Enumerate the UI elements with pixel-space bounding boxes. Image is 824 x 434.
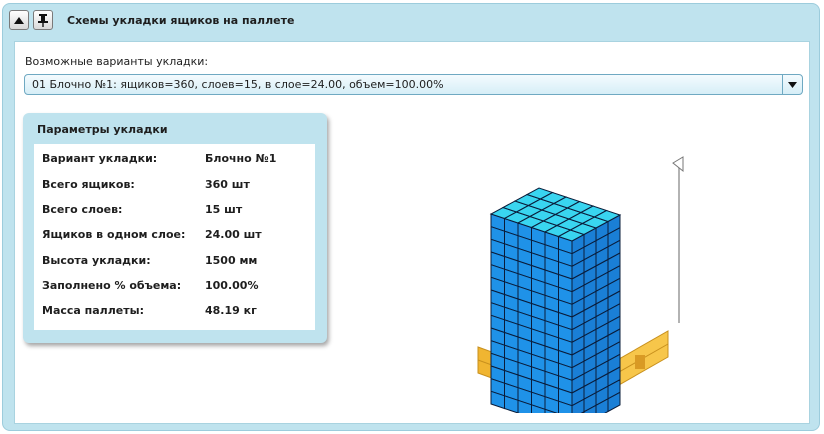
param-value: Блочно №1 (205, 152, 277, 165)
param-value: 24.00 шт (205, 228, 262, 241)
param-row: Вариант укладки: Блочно №1 (42, 152, 307, 168)
param-label: Вариант укладки: (42, 152, 158, 165)
dropdown-button[interactable] (782, 75, 802, 94)
variants-select[interactable]: 01 Блочно №1: ящиков=360, слоев=15, в сл… (24, 74, 803, 95)
param-value: 15 шт (205, 203, 243, 216)
param-row: Ящиков в одном слое: 24.00 шт (42, 228, 307, 244)
param-value: 48.19 кг (205, 304, 257, 317)
param-label: Всего ящиков: (42, 178, 135, 191)
param-label: Высота укладки: (42, 254, 151, 267)
content-area: Возможные варианты укладки: 01 Блочно №1… (14, 41, 810, 424)
box-stack (489, 187, 622, 413)
param-value: 100.00% (205, 279, 259, 292)
pin-icon (38, 13, 48, 27)
collapse-button[interactable] (9, 10, 29, 30)
param-label: Ящиков в одном слое: (42, 228, 186, 241)
pallet-schemes-window: Схемы укладки ящиков на паллете Возможны… (2, 3, 820, 431)
param-label: Всего слоев: (42, 203, 123, 216)
params-table: Вариант укладки: Блочно №1 Всего ящиков:… (34, 144, 315, 330)
param-value: 1500 мм (205, 254, 258, 267)
param-row: Всего слоев: 15 шт (42, 203, 307, 219)
chevron-down-icon (788, 81, 797, 88)
window-title: Схемы укладки ящиков на паллете (67, 14, 295, 27)
params-panel: Параметры укладки Вариант укладки: Блочн… (23, 113, 327, 343)
pallet-3d-view (477, 156, 684, 413)
param-label: Заполнено % объема: (42, 279, 182, 292)
params-title: Параметры укладки (37, 123, 168, 136)
pin-button[interactable] (33, 10, 53, 30)
variants-label: Возможные варианты укладки: (25, 55, 209, 68)
param-label: Масса паллеты: (42, 304, 144, 317)
variants-select-value: 01 Блочно №1: ящиков=360, слоев=15, в сл… (32, 78, 444, 91)
height-indicator-arrow (672, 156, 684, 323)
param-row: Масса паллеты: 48.19 кг (42, 304, 307, 320)
param-value: 360 шт (205, 178, 250, 191)
param-row: Заполнено % объема: 100.00% (42, 279, 307, 295)
arrow-up-icon (14, 16, 24, 24)
param-row: Всего ящиков: 360 шт (42, 178, 307, 194)
title-bar: Схемы укладки ящиков на паллете (3, 4, 819, 38)
param-row: Высота укладки: 1500 мм (42, 254, 307, 270)
